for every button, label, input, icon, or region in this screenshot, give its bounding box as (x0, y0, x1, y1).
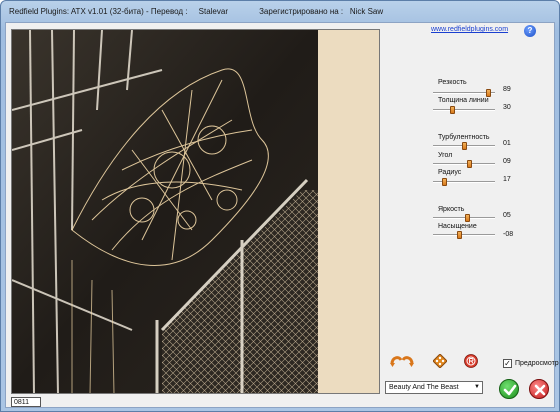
window-title: Redfield Plugins: ATX v1.01 (32-бита) - … (9, 7, 384, 16)
undo-redo-icon[interactable] (389, 353, 415, 367)
slider-thumb[interactable] (462, 142, 467, 150)
slider-value: 30 (503, 104, 511, 111)
preset-dropdown[interactable]: Beauty And The Beast ▼ (385, 381, 483, 394)
slider-track[interactable] (433, 89, 495, 97)
website-link[interactable]: www.redfieldplugins.com (431, 26, 508, 33)
slider-value: -08 (503, 231, 514, 238)
randomize-diamond-icon[interactable] (433, 354, 447, 368)
slider-value: 89 (503, 86, 511, 93)
image-preview[interactable] (11, 29, 380, 394)
slider-label: Угол (438, 152, 453, 159)
slider-value: 17 (503, 176, 511, 183)
slider-thumb[interactable] (486, 89, 492, 97)
slider-label: Турбулентность (438, 134, 490, 141)
cancel-x-icon (534, 384, 546, 396)
dialog-client-area: 0811 www.redfieldplugins.com ? Резкость 8… (5, 22, 559, 408)
slider-track[interactable] (433, 106, 495, 114)
preview-checkbox[interactable]: ✓ (503, 359, 512, 368)
cancel-button[interactable] (529, 379, 549, 399)
preset-selected-value: Beauty And The Beast (389, 384, 459, 391)
plugin-window: Redfield Plugins: ATX v1.01 (32-бита) - … (0, 0, 560, 412)
slider-label: Резкость (438, 79, 467, 86)
slider-thumb[interactable] (449, 106, 455, 114)
status-value-box: 0811 (11, 397, 41, 407)
slider-track[interactable] (433, 214, 495, 222)
slider-track[interactable] (433, 160, 495, 168)
slider-track[interactable] (433, 142, 495, 150)
slider-thumb[interactable] (466, 160, 472, 168)
slider-value: 05 (503, 212, 511, 219)
preview-checkbox-label: Предросмотр (515, 360, 559, 367)
slider-thumb[interactable] (441, 178, 447, 186)
slider-track[interactable] (433, 178, 495, 186)
slider-label: Толщина линии (438, 97, 489, 104)
chevron-down-icon: ▼ (474, 384, 480, 390)
slider-track[interactable] (433, 231, 495, 239)
slider-thumb[interactable] (465, 214, 471, 222)
slider-label: Яркость (438, 206, 465, 213)
ok-check-icon (503, 384, 517, 396)
ok-button[interactable] (499, 379, 519, 399)
title-bar[interactable]: Redfield Plugins: ATX v1.01 (32-бита) - … (1, 1, 559, 22)
help-icon[interactable]: ? (524, 25, 536, 37)
slider-value: 09 (503, 158, 511, 165)
slider-label: Радиус (438, 169, 462, 176)
preview-image (12, 30, 379, 393)
slider-value: 01 (503, 140, 511, 147)
reset-icon[interactable] (464, 354, 478, 368)
slider-thumb[interactable] (457, 231, 463, 239)
slider-label: Насыщение (438, 223, 477, 230)
